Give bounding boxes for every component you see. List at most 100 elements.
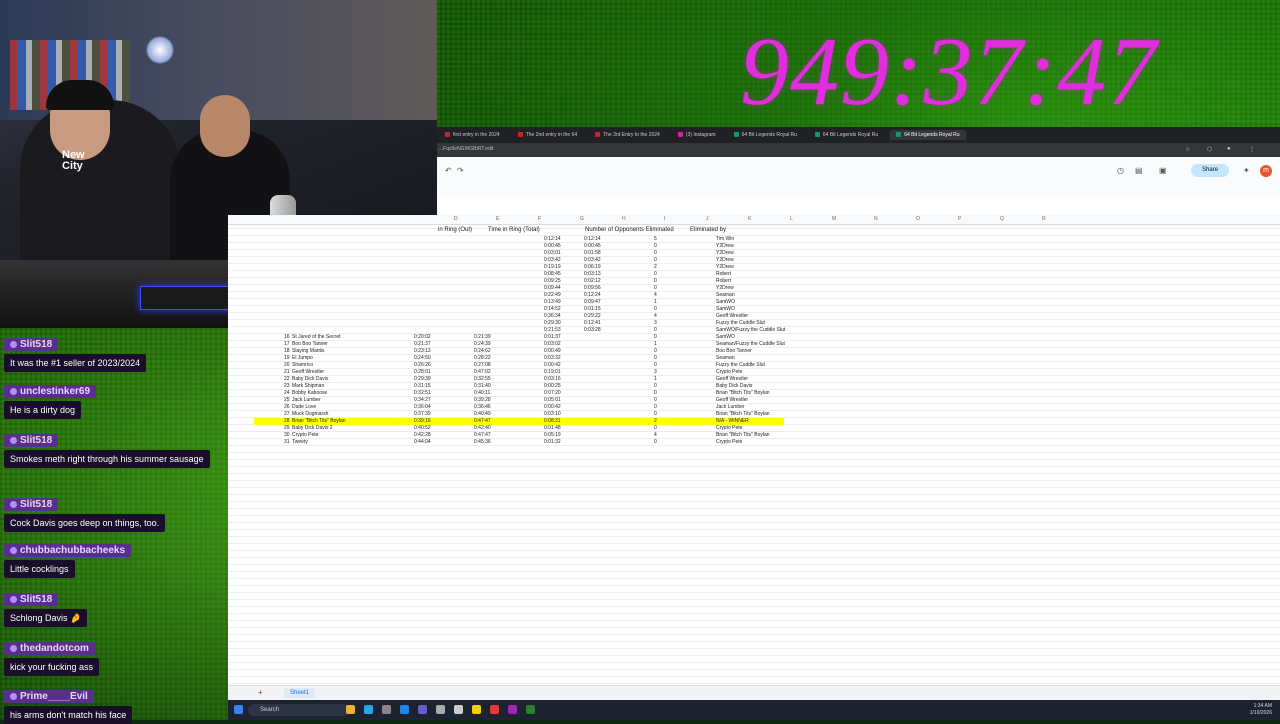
table-cell[interactable]: 0:13:49 xyxy=(544,299,561,306)
table-cell[interactable]: 0:39:28 xyxy=(474,397,491,404)
table-cell[interactable]: Y2Drew xyxy=(716,250,734,257)
column-header[interactable]: L xyxy=(790,216,793,222)
table-cell[interactable]: 0:28:01 xyxy=(414,369,431,376)
table-cell[interactable]: 0 xyxy=(654,348,657,355)
table-row[interactable]: 20 Shamrico 0:26:26 0:27:08 0:00:42 0 Fuzzy th… xyxy=(254,362,784,369)
table-cell[interactable]: 0:22:49 xyxy=(544,292,561,299)
column-header[interactable]: F xyxy=(538,216,541,222)
table-row[interactable]: 0:36:34 0:29:22 4 Geoff Wrestler xyxy=(254,313,814,320)
table-cell[interactable]: 0:08:45 xyxy=(544,271,561,278)
table-cell[interactable]: 0:12:24 xyxy=(584,292,601,299)
table-cell[interactable]: 3 xyxy=(654,320,657,327)
table-cell[interactable]: 16 xyxy=(284,334,290,341)
table-cell[interactable]: 0:24:39 xyxy=(474,341,491,348)
browser-tab[interactable]: first entry in the 2024 xyxy=(439,130,506,140)
table-cell[interactable]: 1 xyxy=(654,376,657,383)
table-row[interactable]: 23 Mark Shipman 0:31:15 0:31:40 0:00:25 0 Baby… xyxy=(254,383,784,390)
app-icon-6[interactable] xyxy=(526,705,535,714)
table-cell[interactable]: 0:03:42 xyxy=(544,257,561,264)
table-cell[interactable]: 0 xyxy=(654,397,657,404)
table-cell[interactable]: 0 xyxy=(654,285,657,292)
table-cell[interactable]: 28 xyxy=(284,418,290,425)
table-row[interactable]: 0:09:25 0:02:12 0 Robert xyxy=(254,278,814,285)
table-cell[interactable]: 0:07:20 xyxy=(544,390,561,397)
header-eliminated-by[interactable]: Eliminated by xyxy=(690,227,726,233)
profile-icon[interactable]: ● xyxy=(1227,146,1234,153)
table-cell[interactable]: 0:20:02 xyxy=(414,334,431,341)
browser-tab[interactable]: 64 Bit Legends Royal Ru xyxy=(809,130,884,140)
table-cell[interactable]: 0:03:02 xyxy=(544,341,561,348)
table-cell[interactable]: 0 xyxy=(654,243,657,250)
column-header[interactable]: J xyxy=(706,216,709,222)
app-icon[interactable] xyxy=(382,705,391,714)
table-cell[interactable]: 0:01:37 xyxy=(544,334,561,341)
table-cell[interactable]: 0 xyxy=(654,383,657,390)
table-cell[interactable]: 0:24:50 xyxy=(414,355,431,362)
table-cell[interactable]: 0:01:32 xyxy=(544,439,561,446)
table-cell[interactable]: 0:44:04 xyxy=(414,439,431,446)
table-cell[interactable]: 0:47:47 xyxy=(474,432,491,439)
table-row[interactable]: 25 Jack Lumber 0:34:27 0:39:28 0:05:01 0 Geoff… xyxy=(254,397,784,404)
table-row[interactable]: 0:08:45 0:03:13 0 Robert xyxy=(254,271,814,278)
table-cell[interactable]: 26 xyxy=(284,404,290,411)
table-cell[interactable]: Shamrico xyxy=(292,362,313,369)
table-cell[interactable]: 0:01:58 xyxy=(584,250,601,257)
table-row[interactable]: 17 Boo Boo Tanner 0:21:37 0:24:39 0:03:02 1 Se… xyxy=(254,341,785,348)
column-header[interactable]: E xyxy=(496,216,499,222)
table-cell[interactable]: 0:19:01 xyxy=(544,369,561,376)
column-header[interactable]: H xyxy=(622,216,626,222)
table-cell[interactable]: Dude Love xyxy=(292,404,316,411)
twitch-icon[interactable] xyxy=(508,705,517,714)
table-cell[interactable]: 0:24:62 xyxy=(474,348,491,355)
start-icon[interactable] xyxy=(234,705,243,714)
table-cell[interactable]: 2 xyxy=(654,264,657,271)
table-cell[interactable]: 0:09:47 xyxy=(584,299,601,306)
table-cell[interactable]: SamWO/Fuzzy the Cuddle Slut xyxy=(716,327,785,334)
table-row[interactable]: 0:22:49 0:12:24 4 Seaman xyxy=(254,292,814,299)
table-cell[interactable]: Boo Boo Tanner xyxy=(292,341,328,348)
table-cell[interactable]: 18 xyxy=(284,348,290,355)
table-cell[interactable]: Geoff Wrestler xyxy=(716,313,748,320)
table-row[interactable]: 26 Dude Love 0:36:04 0:36:46 0:00:42 0 Jack Lu… xyxy=(254,404,784,411)
winner-row[interactable]: 28 Brian "Bitch Tits" Boylan 0:39:16 0:47:4… xyxy=(254,418,784,425)
table-cell[interactable]: Geoff Wrestler xyxy=(716,397,748,404)
app-icon-5[interactable] xyxy=(472,705,481,714)
table-cell[interactable]: 0:27:08 xyxy=(474,362,491,369)
app-icon-3[interactable] xyxy=(418,705,427,714)
column-header[interactable]: D xyxy=(454,216,458,222)
comments-icon[interactable]: ▤ xyxy=(1135,166,1143,175)
table-cell[interactable]: 0:36:46 xyxy=(474,404,491,411)
table-cell[interactable]: 0:08:31 xyxy=(544,418,561,425)
table-cell[interactable]: SamWO xyxy=(716,306,735,313)
table-cell[interactable]: 0:00:45 xyxy=(584,243,601,250)
table-cell[interactable]: 0:03:16 xyxy=(544,376,561,383)
table-cell[interactable]: 0:37:39 xyxy=(414,411,431,418)
table-cell[interactable]: 30 xyxy=(284,432,290,439)
table-cell[interactable]: Geoff Wrestler xyxy=(292,369,324,376)
table-cell[interactable]: 0:21:39 xyxy=(474,334,491,341)
file-explorer-icon[interactable] xyxy=(346,705,355,714)
table-cell[interactable]: 0:34:27 xyxy=(414,397,431,404)
table-cell[interactable]: 0 xyxy=(654,425,657,432)
column-header[interactable]: M xyxy=(832,216,836,222)
table-cell[interactable]: 0:01:48 xyxy=(544,425,561,432)
column-header[interactable]: I xyxy=(664,216,665,222)
table-row[interactable]: 0:14:52 0:01:15 0 SamWO xyxy=(254,306,814,313)
table-cell[interactable]: 0 xyxy=(654,411,657,418)
table-cell[interactable]: 0:42:28 xyxy=(414,432,431,439)
table-cell[interactable]: 0:47:47 xyxy=(474,418,491,425)
table-cell[interactable]: 0:40:52 xyxy=(414,425,431,432)
table-cell[interactable]: 4 xyxy=(654,292,657,299)
table-row[interactable]: 31 Tweety 0:44:04 0:45:36 0:01:32 0 Crypto Pet… xyxy=(254,439,784,446)
table-row[interactable]: 0:00:45 0:00:45 0 Y2Drew xyxy=(254,243,814,250)
table-cell[interactable]: 0:06:19 xyxy=(584,264,601,271)
table-cell[interactable]: 0:05:19 xyxy=(544,432,561,439)
table-cell[interactable]: 29 xyxy=(284,425,290,432)
chat-username[interactable]: chubbachubbacheeks xyxy=(4,544,132,557)
table-cell[interactable]: Crypto Pete xyxy=(716,369,742,376)
table-cell[interactable]: 0:03:42 xyxy=(584,257,601,264)
chat-username[interactable]: Slit518 xyxy=(4,498,59,511)
table-cell[interactable]: 0:00:45 xyxy=(544,243,561,250)
table-cell[interactable]: 27 xyxy=(284,411,290,418)
table-cell[interactable]: SamWO xyxy=(716,299,735,306)
